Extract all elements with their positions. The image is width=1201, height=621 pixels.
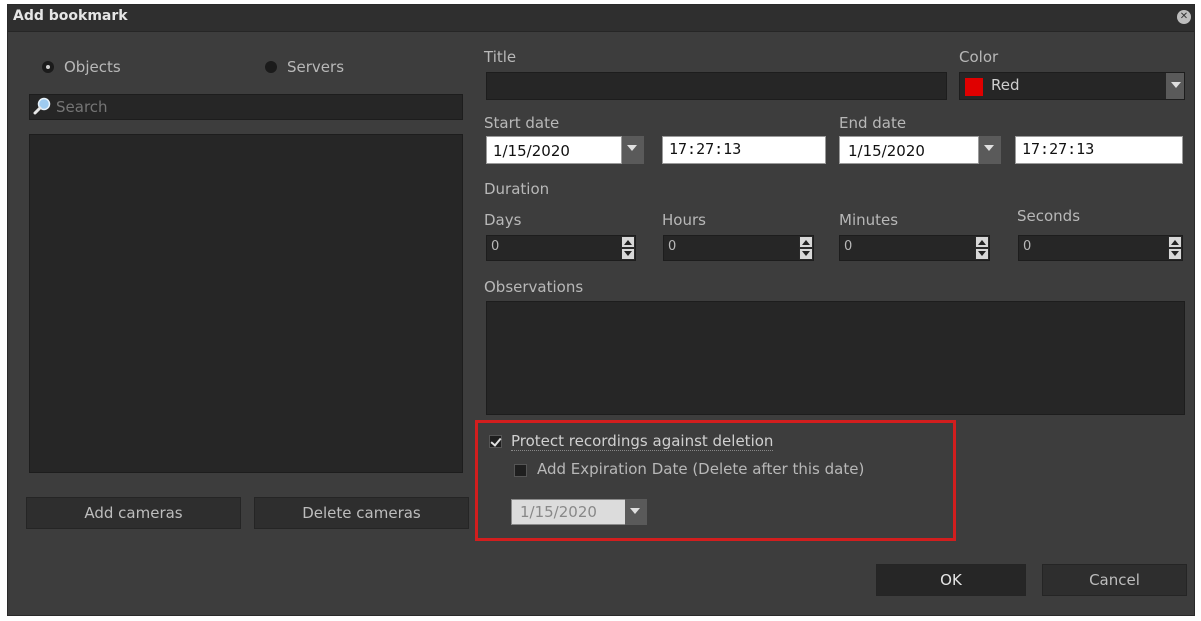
search-input[interactable] <box>54 97 458 117</box>
chevron-down-icon <box>622 136 644 164</box>
end-date-label: End date <box>839 114 907 132</box>
title-bar[interactable]: Add bookmark ✕ <box>8 5 1194 32</box>
color-swatch <box>965 78 983 96</box>
start-date-dropdown[interactable] <box>622 136 644 164</box>
observations-label: Observations <box>484 278 584 296</box>
hours-stepper[interactable]: 0 <box>663 235 814 261</box>
add-bookmark-dialog: Add bookmark ✕ Objects Servers Add camer… <box>7 4 1195 616</box>
radio-objects-label: Objects <box>64 58 121 76</box>
title-input[interactable] <box>486 72 947 100</box>
objects-list[interactable] <box>29 134 463 473</box>
days-label: Days <box>484 211 522 229</box>
add-cameras-button[interactable]: Add cameras <box>26 497 241 529</box>
protect-checkbox[interactable] <box>489 435 502 448</box>
hours-label: Hours <box>662 211 706 229</box>
search-icon <box>33 97 51 115</box>
radio-objects-dot[interactable] <box>42 61 54 73</box>
hours-value: 0 <box>668 239 677 254</box>
color-select[interactable]: Red <box>959 72 1185 100</box>
hours-spin[interactable] <box>799 236 813 260</box>
close-icon[interactable]: ✕ <box>1177 10 1191 24</box>
dialog-title: Add bookmark <box>13 8 128 24</box>
expiration-checkbox[interactable] <box>514 464 527 477</box>
seconds-label: Seconds <box>1017 207 1081 225</box>
radio-objects[interactable]: Objects <box>42 58 182 78</box>
search-field[interactable] <box>29 94 463 120</box>
minutes-label: Minutes <box>839 211 899 229</box>
duration-label: Duration <box>484 180 550 198</box>
seconds-value: 0 <box>1023 239 1032 254</box>
end-time-value: 17:27:13 <box>1022 140 1095 158</box>
radio-servers-label: Servers <box>287 58 345 76</box>
radio-servers-dot[interactable] <box>265 61 277 73</box>
observations-textarea[interactable] <box>486 301 1185 415</box>
chevron-down-icon[interactable] <box>1166 73 1184 99</box>
start-date-input[interactable]: 1/15/2020 <box>486 136 622 164</box>
delete-cameras-button[interactable]: Delete cameras <box>254 497 469 529</box>
end-time-input[interactable]: 17:27:13 <box>1015 136 1183 164</box>
end-date-input[interactable]: 1/15/2020 <box>839 136 979 164</box>
start-time-input[interactable]: 17:27:13 <box>662 136 826 164</box>
start-date-label: Start date <box>484 114 560 132</box>
seconds-spin[interactable] <box>1168 236 1182 260</box>
minutes-value: 0 <box>844 239 853 254</box>
minutes-stepper[interactable]: 0 <box>839 235 990 261</box>
chevron-down-icon <box>625 499 647 525</box>
minutes-spin[interactable] <box>975 236 989 260</box>
color-label: Color <box>959 48 999 66</box>
protect-label[interactable]: Protect recordings against deletion <box>511 432 774 451</box>
cancel-button[interactable]: Cancel <box>1042 564 1187 596</box>
radio-servers[interactable]: Servers <box>265 58 405 78</box>
seconds-stepper[interactable]: 0 <box>1018 235 1183 261</box>
title-label: Title <box>484 48 517 66</box>
days-spin[interactable] <box>621 236 635 260</box>
end-date-dropdown[interactable] <box>979 136 1001 164</box>
days-stepper[interactable]: 0 <box>486 235 636 261</box>
days-value: 0 <box>491 239 500 254</box>
chevron-down-icon <box>979 136 1001 164</box>
expiration-date-value: 1/15/2020 <box>520 503 597 521</box>
expiration-date-dropdown[interactable] <box>625 499 647 525</box>
expiration-label[interactable]: Add Expiration Date (Delete after this d… <box>537 460 864 478</box>
start-time-value: 17:27:13 <box>669 140 742 158</box>
color-value: Red <box>991 76 1020 94</box>
start-date-value: 1/15/2020 <box>493 142 570 160</box>
end-date-value: 1/15/2020 <box>848 142 925 160</box>
ok-button[interactable]: OK <box>876 564 1026 596</box>
